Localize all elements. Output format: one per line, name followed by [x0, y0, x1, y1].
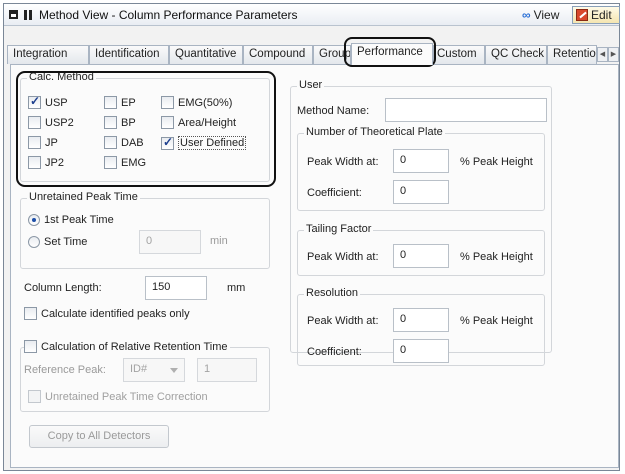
calc-emg50-checkbox[interactable]: EMG(50%) — [161, 96, 232, 109]
method-view-window: Method View - Column Performance Paramet… — [3, 3, 620, 471]
calc-emg-checkbox[interactable]: EMG — [104, 156, 146, 169]
calc-user-defined-checkbox[interactable]: User Defined — [161, 135, 247, 150]
resolution-title: Resolution — [304, 287, 360, 299]
pause-icon[interactable] — [24, 10, 32, 20]
tab-custom[interactable]: Custom — [433, 45, 485, 64]
view-label: View — [533, 8, 560, 22]
res-peak-width-unit: % Peak Height — [460, 315, 533, 327]
title-bar: Method View - Column Performance Paramet… — [4, 4, 620, 26]
unretained-correction-checkbox[interactable]: Unretained Peak Time Correction — [28, 390, 208, 403]
tf-peak-width-unit: % Peak Height — [460, 251, 533, 263]
calc-jp2-checkbox[interactable]: JP2 — [28, 156, 64, 169]
tab-group[interactable]: Group — [313, 45, 351, 64]
tab-scroll: ◀ ▶ — [597, 47, 619, 62]
res-coefficient-input[interactable]: 0 — [393, 339, 449, 363]
tp-coefficient-label: Coefficient: — [307, 187, 362, 199]
tf-peak-width-input[interactable]: 0 — [393, 244, 449, 268]
set-time-radio[interactable]: Set Time — [28, 236, 87, 248]
theoretical-plate-title: Number of Theoretical Plate — [304, 126, 445, 138]
calc-usp-checkbox[interactable]: USP — [28, 94, 68, 109]
tab-performance[interactable]: Performance — [351, 43, 433, 65]
performance-panel: Calc. Method USP USP2 JP JP2 EP BP DAB E… — [10, 64, 619, 468]
edit-label: Edit — [591, 8, 612, 22]
relative-retention-checkbox[interactable]: Calculation of Relative Retention Time — [24, 340, 231, 353]
res-peak-width-label: Peak Width at: — [307, 315, 379, 327]
glasses-icon: ∞ — [522, 8, 531, 22]
tab-identification[interactable]: Identification — [89, 45, 169, 64]
window-title: Method View - Column Performance Paramet… — [39, 8, 298, 22]
set-time-input[interactable]: 0 — [139, 230, 201, 254]
column-length-unit: mm — [227, 282, 246, 294]
reference-peak-label: Reference Peak: — [24, 364, 106, 376]
view-button[interactable]: ∞ View — [522, 7, 559, 23]
calc-bp-checkbox[interactable]: BP — [104, 116, 136, 129]
tab-qc-check[interactable]: QC Check — [485, 45, 547, 64]
column-length-input[interactable]: 150 — [145, 276, 207, 300]
window-restore-icon[interactable] — [9, 10, 18, 19]
reference-peak-select[interactable]: ID# — [123, 358, 185, 382]
tf-peak-width-label: Peak Width at: — [307, 251, 379, 263]
tab-compound[interactable]: Compound — [243, 45, 313, 64]
calc-area-height-checkbox[interactable]: Area/Height — [161, 116, 236, 129]
res-peak-width-input[interactable]: 0 — [393, 308, 449, 332]
scroll-right-icon[interactable]: ▶ — [608, 47, 619, 62]
edit-button[interactable]: Edit — [572, 6, 620, 24]
tp-coefficient-input[interactable]: 0 — [393, 180, 449, 204]
tab-retention[interactable]: Retention — [547, 45, 597, 64]
scroll-left-icon[interactable]: ◀ — [597, 47, 608, 62]
res-coefficient-label: Coefficient: — [307, 346, 362, 358]
tab-quantitative[interactable]: Quantitative — [169, 45, 243, 64]
dropdown-arrow-icon — [170, 368, 178, 373]
reference-peak-input[interactable]: 1 — [197, 358, 257, 382]
method-name-label: Method Name: — [297, 105, 370, 117]
tailing-factor-title: Tailing Factor — [304, 223, 374, 235]
pencil-icon — [576, 9, 588, 21]
calc-jp-checkbox[interactable]: JP — [28, 136, 58, 149]
calc-ep-checkbox[interactable]: EP — [104, 96, 136, 109]
tp-peak-width-label: Peak Width at: — [307, 156, 379, 168]
tab-integration[interactable]: Integration — [7, 45, 89, 64]
first-peak-time-radio[interactable]: 1st Peak Time — [28, 214, 114, 226]
copy-to-all-detectors-button[interactable]: Copy to All Detectors — [29, 425, 169, 448]
tab-strip: Integration Identification Quantitative … — [7, 43, 619, 65]
set-time-unit: min — [210, 235, 228, 247]
calc-identified-checkbox[interactable]: Calculate identified peaks only — [24, 307, 190, 320]
method-name-input[interactable] — [385, 98, 547, 122]
tp-peak-width-input[interactable]: 0 — [393, 149, 449, 173]
calc-dab-checkbox[interactable]: DAB — [104, 136, 144, 149]
calc-method-title: Calc. Method — [27, 71, 96, 83]
unretained-peak-title: Unretained Peak Time — [27, 191, 140, 203]
column-length-label: Column Length: — [24, 282, 102, 294]
user-group-title: User — [297, 79, 325, 91]
calc-usp2-checkbox[interactable]: USP2 — [28, 116, 74, 129]
tp-peak-width-unit: % Peak Height — [460, 156, 533, 168]
